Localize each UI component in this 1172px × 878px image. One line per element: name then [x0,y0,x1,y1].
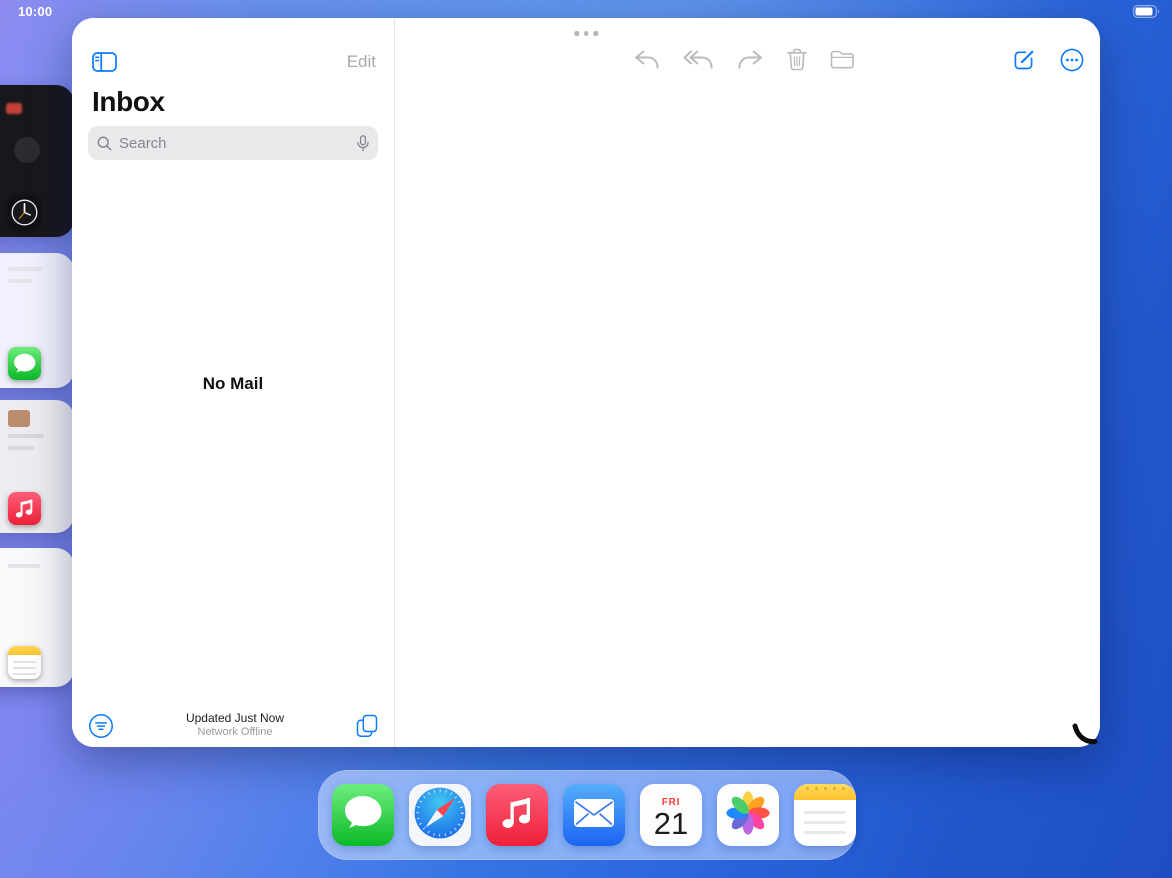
notes-yellow-strip [8,646,41,655]
message-pane [395,18,1100,747]
thumbnail-content [6,103,22,114]
ipad-screen: 10:00 [0,0,1172,878]
calendar-day: 21 [654,808,688,839]
messages-icon [343,794,383,836]
dock-icon-safari[interactable] [409,784,471,846]
notes-line [804,821,846,824]
folder-icon[interactable] [830,50,854,69]
dock-icon-messages[interactable] [332,784,394,846]
clock-icon [8,196,41,229]
mail-icon [573,798,615,833]
notes-icon [8,646,41,679]
forward-icon[interactable] [737,49,764,70]
dock-icon-notes[interactable] [794,784,856,846]
thumbnail-content [8,267,42,271]
notes-line [13,661,36,663]
search-icon [97,136,112,151]
stage-card-clock[interactable] [0,85,74,237]
dock-icon-photos[interactable] [717,784,779,846]
thumbnail-content [8,446,34,450]
message-toolbar-left [633,48,854,71]
updated-status: Updated Just Now [186,711,284,726]
reply-icon[interactable] [633,49,660,70]
filter-icon[interactable] [88,713,114,739]
music-icon [8,492,41,525]
sidebar-header: Edit [72,18,394,72]
thumbnail-content [8,279,32,283]
mail-sidebar: Edit Inbox No Mail Updated Just Now [72,18,395,747]
safari-icon [412,785,468,846]
copy-icon[interactable] [356,714,378,738]
mail-app-window: Edit Inbox No Mail Updated Just Now [72,18,1100,747]
dock: FRI 21 [318,770,856,860]
music-icon [497,793,537,838]
battery-icon [1133,5,1160,23]
notes-line [13,673,36,675]
search-field[interactable] [88,126,378,160]
notes-line [13,667,36,669]
sidebar-toggle-icon[interactable] [92,52,117,72]
window-handle-dots[interactable] [570,27,602,40]
thumbnail-content [14,137,40,163]
compose-icon[interactable] [1012,48,1036,72]
edit-button[interactable]: Edit [347,52,376,72]
status-time: 10:00 [18,4,52,19]
reply-all-icon[interactable] [683,49,714,70]
search-input[interactable] [117,134,352,153]
microphone-icon[interactable] [357,135,369,152]
sidebar-footer: Updated Just Now Network Offline [72,711,394,740]
mailbox-title: Inbox [92,86,394,118]
trash-icon[interactable] [787,48,807,71]
dock-icon-music[interactable] [486,784,548,846]
stage-card-notes[interactable] [0,548,74,687]
messages-icon [8,347,41,380]
notes-dot-row [794,787,856,790]
resize-corner-mark[interactable] [1072,722,1098,751]
stage-card-messages[interactable] [0,253,74,388]
dock-icon-calendar[interactable]: FRI 21 [640,784,702,846]
notes-line [804,811,846,814]
thumbnail-content [8,564,40,568]
notes-line [804,831,846,834]
more-icon[interactable] [1060,48,1084,72]
photos-icon [724,789,772,842]
thumbnail-content [8,434,44,438]
empty-mailbox-message: No Mail [72,374,394,394]
dock-icon-mail[interactable] [563,784,625,846]
message-toolbar-right [1012,48,1084,72]
mailbox-status: Updated Just Now Network Offline [186,711,284,740]
thumbnail-content [8,410,30,427]
network-status: Network Offline [186,726,284,740]
stage-card-music[interactable] [0,400,74,533]
